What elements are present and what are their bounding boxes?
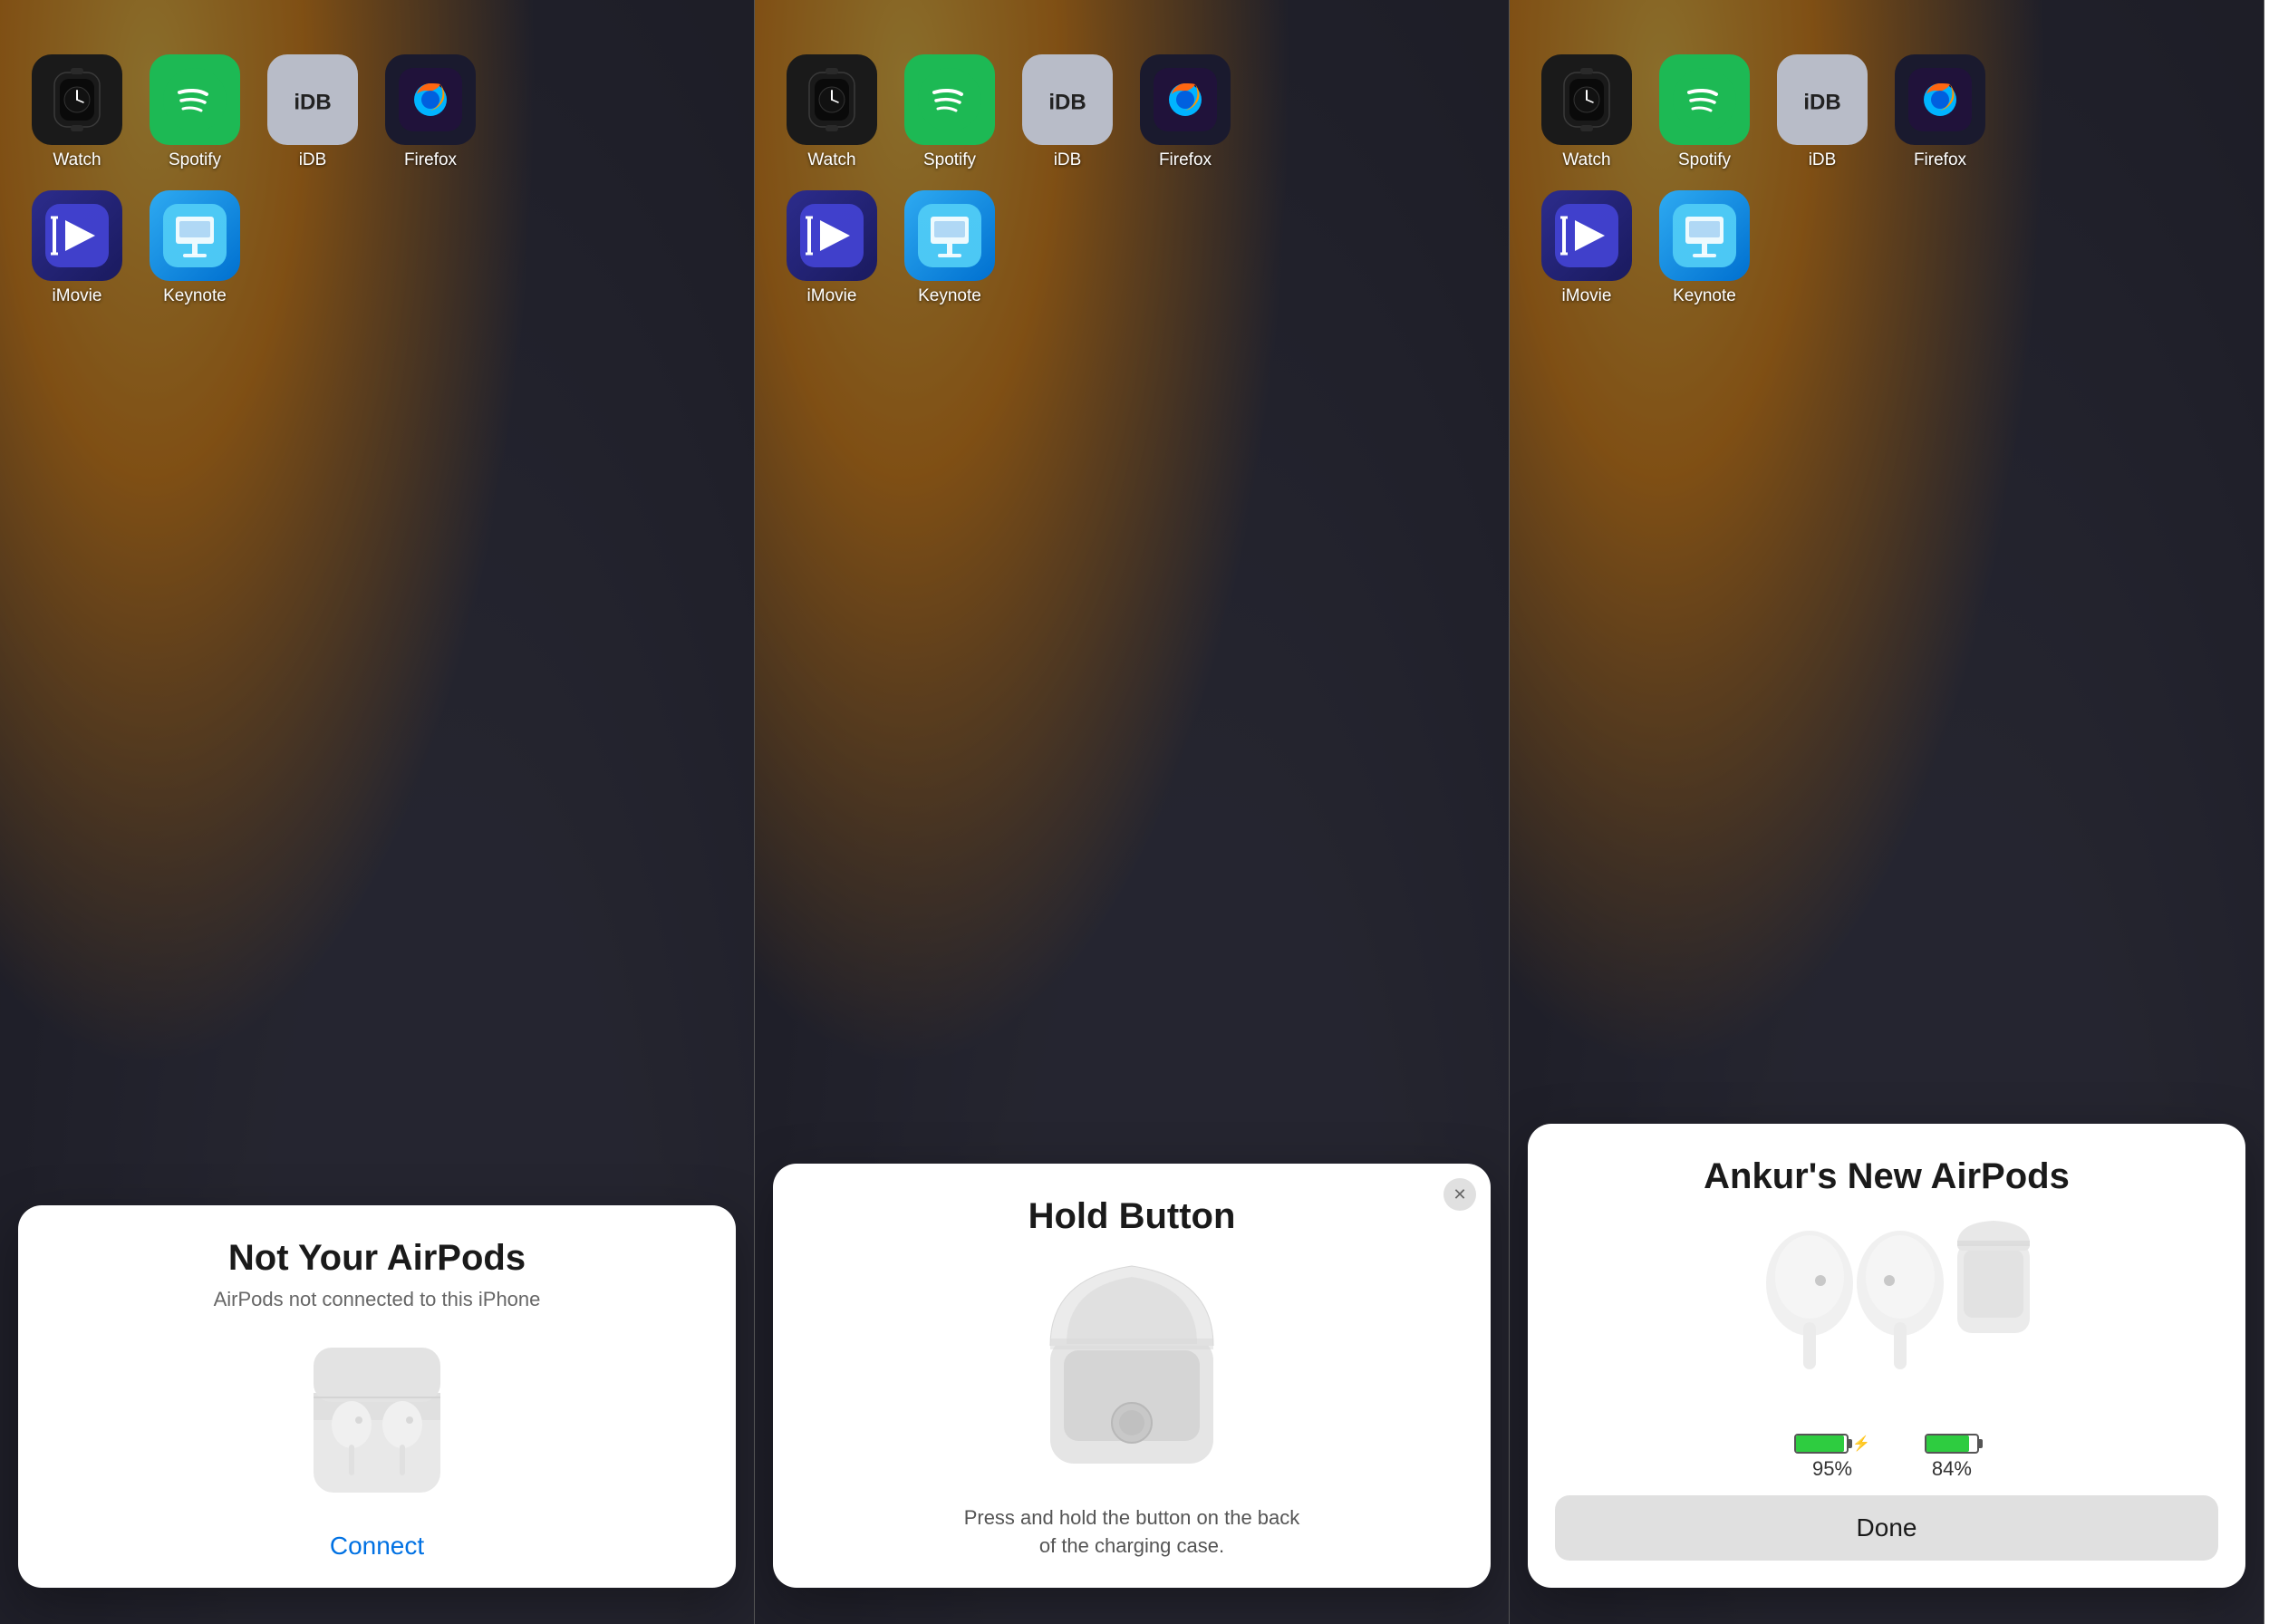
panel-1: Watch Spotify iDB iDB	[0, 0, 755, 1624]
app-spotify-3[interactable]: Spotify	[1655, 54, 1754, 181]
app-firefox-1[interactable]: Firefox	[381, 54, 480, 181]
imovie-label-2: iMovie	[807, 286, 857, 306]
firefox-icon-1	[385, 54, 476, 145]
popup-title-2: Hold Button	[1028, 1196, 1236, 1237]
app-grid-2: Watch Spotify iDB iDB	[782, 54, 1235, 317]
battery-fill-left	[1796, 1436, 1844, 1452]
popup-connected: Ankur's New AirPods	[1528, 1124, 2245, 1588]
firefox-label-3: Firefox	[1914, 150, 1966, 170]
popup-title-3: Ankur's New AirPods	[1704, 1156, 2070, 1197]
spotify-label-3: Spotify	[1678, 150, 1731, 170]
app-spotify-2[interactable]: Spotify	[900, 54, 999, 181]
watch-label-3: Watch	[1562, 150, 1610, 170]
popup-hold-button: ✕ Hold Button Press and hold the button	[773, 1164, 1491, 1588]
keynote-icon-3	[1659, 190, 1750, 281]
app-idb-2[interactable]: iDB iDB	[1018, 54, 1117, 181]
airpods-connected-image	[1733, 1215, 2041, 1401]
keynote-label-2: Keynote	[918, 286, 981, 306]
popup-body-2: Press and hold the button on the back of…	[964, 1504, 1300, 1561]
idb-label-3: iDB	[1809, 150, 1837, 170]
battery-bar-left-wrap: ⚡	[1794, 1434, 1870, 1454]
app-idb-1[interactable]: iDB iDB	[263, 54, 362, 181]
imovie-icon-1	[32, 190, 122, 281]
idb-label-1: iDB	[299, 150, 327, 170]
firefox-icon-2	[1140, 54, 1231, 145]
app-keynote-3[interactable]: Keynote	[1655, 190, 1754, 317]
watch-icon-3	[1541, 54, 1632, 145]
idb-icon-2: iDB	[1022, 54, 1113, 145]
battery-bar-left	[1794, 1434, 1849, 1454]
firefox-label-2: Firefox	[1159, 150, 1212, 170]
app-grid-3: Watch Spotify iDB iDB	[1537, 54, 1990, 317]
keynote-icon-2	[904, 190, 995, 281]
app-firefox-3[interactable]: Firefox	[1890, 54, 1990, 181]
app-watch-2[interactable]: Watch	[782, 54, 882, 181]
battery-left: ⚡ 95%	[1794, 1434, 1870, 1481]
keynote-label-1: Keynote	[163, 286, 227, 306]
watch-icon-1	[32, 54, 122, 145]
keynote-icon-1	[150, 190, 240, 281]
app-keynote-2[interactable]: Keynote	[900, 190, 999, 317]
panel-3: Watch Spotify iDB iDB	[1510, 0, 2264, 1624]
airpods-closed-image	[286, 1339, 468, 1506]
app-watch-3[interactable]: Watch	[1537, 54, 1637, 181]
watch-label-2: Watch	[807, 150, 855, 170]
watch-label-1: Watch	[53, 150, 101, 170]
done-button[interactable]: Done	[1555, 1495, 2218, 1561]
spotify-label-2: Spotify	[923, 150, 976, 170]
spotify-label-1: Spotify	[169, 150, 221, 170]
app-firefox-2[interactable]: Firefox	[1135, 54, 1235, 181]
app-keynote-1[interactable]: Keynote	[145, 190, 245, 317]
svg-text:iDB: iDB	[294, 91, 331, 115]
imovie-label-3: iMovie	[1562, 286, 1612, 306]
firefox-label-1: Firefox	[404, 150, 457, 170]
app-idb-3[interactable]: iDB iDB	[1772, 54, 1872, 181]
airpods-open-image	[1032, 1255, 1231, 1477]
popup-title-1: Not Your AirPods	[228, 1238, 526, 1279]
spotify-icon-1	[150, 54, 240, 145]
idb-icon-1: iDB	[267, 54, 358, 145]
app-imovie-3[interactable]: iMovie	[1537, 190, 1637, 317]
battery-pct-right: 84%	[1932, 1457, 1972, 1481]
battery-fill-right	[1926, 1436, 1969, 1452]
svg-text:iDB: iDB	[1803, 91, 1840, 115]
panel-2: Watch Spotify iDB iDB	[755, 0, 1510, 1624]
app-imovie-2[interactable]: iMovie	[782, 190, 882, 317]
app-spotify-1[interactable]: Spotify	[145, 54, 245, 181]
popup-not-yours: Not Your AirPods AirPods not connected t…	[18, 1205, 736, 1588]
firefox-icon-3	[1895, 54, 1985, 145]
battery-bar-right	[1925, 1434, 1979, 1454]
connect-button[interactable]: Connect	[330, 1532, 424, 1561]
imovie-icon-2	[787, 190, 877, 281]
svg-text:iDB: iDB	[1048, 91, 1086, 115]
close-button[interactable]: ✕	[1443, 1178, 1476, 1211]
popup-subtitle-1: AirPods not connected to this iPhone	[214, 1288, 541, 1311]
battery-bolt-left: ⚡	[1852, 1435, 1870, 1453]
spotify-icon-3	[1659, 54, 1750, 145]
keynote-label-3: Keynote	[1673, 286, 1736, 306]
watch-icon-2	[787, 54, 877, 145]
spotify-icon-2	[904, 54, 995, 145]
app-imovie-1[interactable]: iMovie	[27, 190, 127, 317]
imovie-icon-3	[1541, 190, 1632, 281]
app-grid-1: Watch Spotify iDB iDB	[27, 54, 480, 317]
app-watch-1[interactable]: Watch	[27, 54, 127, 181]
idb-icon-3: iDB	[1777, 54, 1868, 145]
imovie-label-1: iMovie	[53, 286, 102, 306]
battery-row: ⚡ 95% 84%	[1794, 1434, 1979, 1481]
battery-pct-left: 95%	[1812, 1457, 1852, 1481]
battery-right: 84%	[1925, 1434, 1979, 1481]
battery-bar-right-wrap	[1925, 1434, 1979, 1454]
idb-label-2: iDB	[1054, 150, 1082, 170]
